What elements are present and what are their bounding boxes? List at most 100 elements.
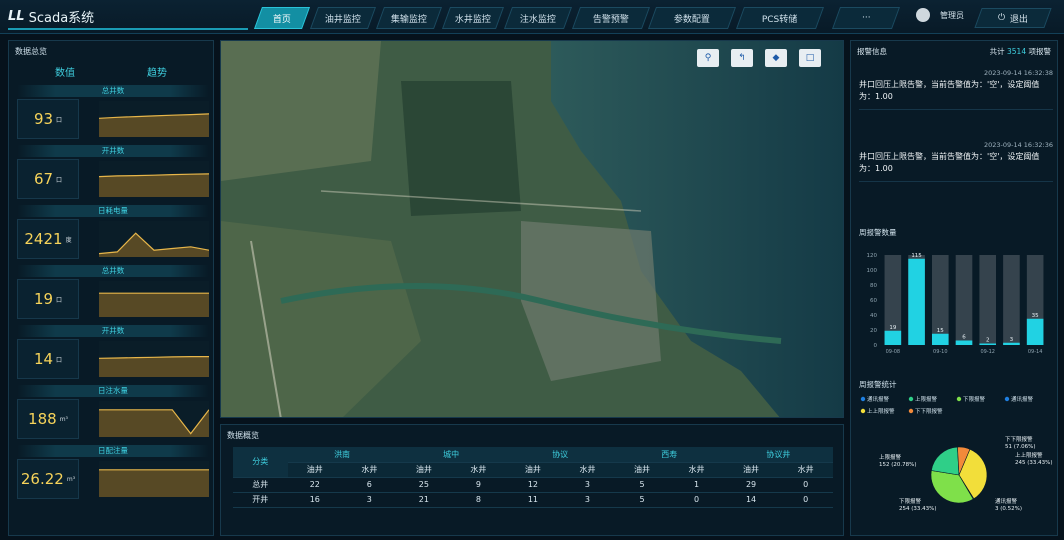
metric-unit: m³ <box>59 415 68 423</box>
table-row: 总井 22 6 25 9 12 3 5 1 29 0 <box>233 477 833 493</box>
pie-slice <box>931 446 960 476</box>
nav-tab-7[interactable]: PCS转储 <box>735 7 825 29</box>
metric-label: 日耗电量 <box>17 205 209 217</box>
alarm-total-label: 共计 <box>989 47 1005 56</box>
sub-header: 油井 <box>505 462 561 478</box>
legend-marker <box>860 396 866 402</box>
pie-label-name: 下限报警 <box>899 497 922 505</box>
nav-tab-1[interactable]: 油井监控 <box>309 7 377 29</box>
metric-card: 日注水量 188 m³ <box>17 385 210 441</box>
group-header: 洪南 <box>287 447 397 463</box>
y-tick-label: 100 <box>867 268 878 274</box>
metric-label: 开井数 <box>17 325 209 337</box>
data-summary-panel: 数据概览 分类 洪南 城中 协议 西寿 协议井 油井 水井 油井 水井 油井 水井 油井 水井 油井 水井 总井… <box>220 424 844 536</box>
overview-panel: 数据总览 数值 趋势 总井数 93 口开井数 67 口日耗电量 2421 度总井数 19 口开井… <box>8 40 214 536</box>
sub-header: 水井 <box>560 462 615 478</box>
metric-value-box: 14 口 <box>17 339 79 379</box>
location-icon[interactable]: ⚲ <box>697 49 719 67</box>
nav-tab-3[interactable]: 水井监控 <box>441 7 505 29</box>
pie-label-name: 通讯报警 <box>995 497 1018 505</box>
metric-card: 总井数 93 口 <box>17 85 210 141</box>
metric-value: 67 <box>33 170 54 188</box>
metric-label: 日配注量 <box>17 445 209 457</box>
weekly-alarm-bar-chart: 0 20 40 60 80 100 120 19 09-08 115 15 09-10 6 2 09-12 3… <box>867 253 1044 355</box>
bar-value-label: 115 <box>911 253 922 259</box>
nav-tab-0[interactable]: 首页 <box>253 7 311 29</box>
table-cell: 29 <box>723 477 779 493</box>
avatar[interactable] <box>916 8 930 22</box>
nav-tab-label: 水井监控 <box>454 14 491 25</box>
legend-marker <box>908 396 914 402</box>
weekly-stats-title: 周报警统计 <box>859 380 897 389</box>
metric-value: 188 <box>28 410 57 428</box>
trend-area <box>99 233 209 257</box>
nav-tab-2[interactable]: 集输监控 <box>375 7 443 29</box>
bar <box>1026 318 1044 345</box>
table-cell: 0 <box>669 492 724 508</box>
group-header: 协议井 <box>723 447 833 463</box>
sub-header: 油井 <box>614 462 670 478</box>
pie-label-name: 上限报警 <box>879 453 902 461</box>
square-icon[interactable]: □ <box>799 49 821 67</box>
table-cell: 5 <box>614 492 670 508</box>
alarm-item[interactable]: 2023-09-14 16:32:38 井口回压上限告警，当前告警值为：'空'，设… <box>859 69 1053 110</box>
trend-area <box>99 409 209 437</box>
sub-header: 水井 <box>342 462 397 478</box>
metric-label: 日注水量 <box>17 385 209 397</box>
metric-label: 开井数 <box>17 145 209 157</box>
table-cell: 3 <box>342 492 397 508</box>
trend-column-header: 趋势 <box>147 68 167 79</box>
x-tick-label: 09-14 <box>1028 349 1043 355</box>
alarm-item[interactable]: 2023-09-14 16:32:36 井口回压上限告警，当前告警值为：'空'，设… <box>859 141 1053 182</box>
value-column-header: 数值 <box>55 68 75 79</box>
y-tick-label: 40 <box>870 313 877 319</box>
table-cell: 21 <box>396 492 452 508</box>
metric-label: 总井数 <box>17 85 209 97</box>
nav-tab-label: 参数配置 <box>673 14 710 25</box>
group-header: 西寿 <box>614 447 724 463</box>
legend-label: 下限报警 <box>963 395 986 403</box>
sub-header: 油井 <box>396 462 452 478</box>
map-canvas[interactable] <box>221 41 844 418</box>
legend-marker <box>956 396 962 402</box>
bar <box>908 258 925 345</box>
row-label: 总井 <box>233 477 288 493</box>
pie-label-value: 51 (7.06%) <box>1005 444 1036 450</box>
pie-label-value: 245 (33.43%) <box>1015 460 1053 466</box>
table-cell: 1 <box>669 477 724 493</box>
route-icon[interactable]: ↰ <box>731 49 753 67</box>
nav-tab-4[interactable]: 注水监控 <box>503 7 573 29</box>
metric-unit: 口 <box>56 176 63 184</box>
legend-label: 上限报警 <box>915 395 938 403</box>
table-cell: 9 <box>451 477 506 493</box>
nav-tab-5[interactable]: 告警预警 <box>571 7 651 29</box>
legend-marker <box>1004 396 1010 402</box>
exit-button[interactable]: ⏻ 退出 <box>974 8 1052 28</box>
y-tick-label: 60 <box>870 298 877 304</box>
alarm-time: 2023-09-14 16:32:36 <box>983 141 1053 149</box>
user-info[interactable]: 管理员 <box>916 8 964 22</box>
pie-label-name: 上上限报警 <box>1015 451 1043 459</box>
metric-trend-sparkline <box>99 401 210 437</box>
nav-tab-8[interactable]: ··· <box>831 7 901 29</box>
metric-card: 开井数 14 口 <box>17 325 209 381</box>
layers-icon[interactable]: ◆ <box>765 49 787 67</box>
metric-trend-sparkline <box>99 281 209 317</box>
x-tick-label: 09-08 <box>886 349 901 355</box>
bar-value-label: 19 <box>889 325 896 331</box>
nav-tab-6[interactable]: 参数配置 <box>647 7 737 29</box>
table-cell: 0 <box>778 492 833 508</box>
metric-card: 日耗电量 2421 度 <box>17 205 210 261</box>
metric-trend-sparkline <box>98 341 209 377</box>
table-cell: 3 <box>560 492 615 508</box>
legend-label: 上上限报警 <box>867 407 895 415</box>
weekly-count-title: 周报警数量 <box>859 228 897 237</box>
satellite-map[interactable]: ⚲ ↰ ◆ □ <box>220 40 844 418</box>
table-cell: 12 <box>505 477 561 493</box>
user-name: 管理员 <box>940 10 964 20</box>
metric-trend-sparkline <box>99 461 209 497</box>
metric-value-box: 19 口 <box>17 279 79 319</box>
y-tick-label: 0 <box>874 343 878 349</box>
metric-value: 2421 <box>24 230 63 248</box>
metric-trend-sparkline <box>98 221 210 257</box>
